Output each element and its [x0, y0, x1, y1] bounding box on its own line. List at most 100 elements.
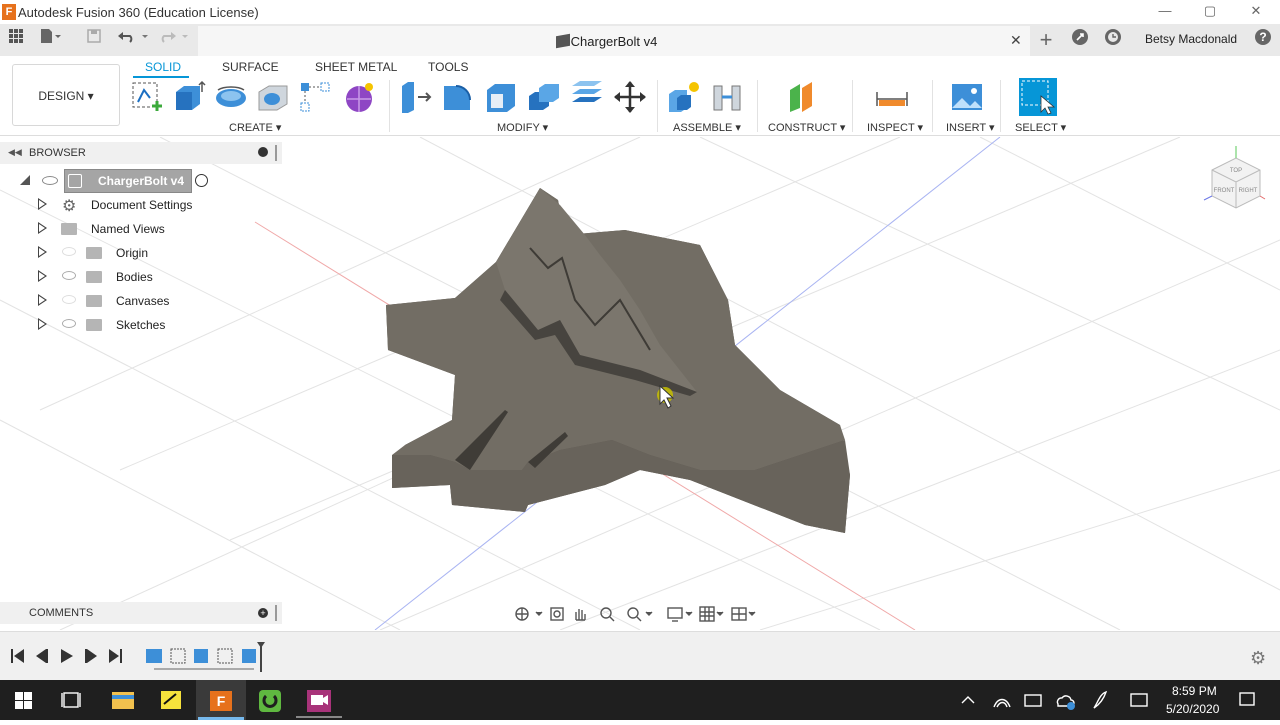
create-form-icon[interactable] [342, 80, 376, 114]
new-component-icon[interactable] [667, 80, 701, 114]
undo-icon[interactable] [116, 28, 148, 52]
tab-surface[interactable]: SURFACE [222, 60, 279, 74]
browser-item-named-views[interactable]: Named Views [0, 217, 282, 241]
browser-item-bodies[interactable]: Bodies [0, 265, 282, 289]
timeline-bar: ⚙ [0, 631, 1280, 680]
redo-icon[interactable] [158, 28, 188, 52]
close-icon[interactable]: ✕ [1246, 3, 1266, 19]
browser-item-canvases[interactable]: Canvases [0, 289, 282, 313]
clock-time[interactable]: 8:59 PM [1172, 684, 1217, 698]
browser-header: ◀◀ BROWSER [0, 142, 282, 164]
browser-item-sketches[interactable]: Sketches [0, 313, 282, 337]
viewcube-top: TOP [1230, 168, 1242, 174]
task-view-icon [61, 692, 81, 708]
visibility-eye-icon[interactable] [62, 319, 76, 328]
tab-tools[interactable]: TOOLS [428, 60, 468, 74]
expand-arrow-icon[interactable] [38, 318, 47, 330]
show-hidden-icons-icon [961, 696, 975, 704]
document-tab-title: ChargerBolt v4 [570, 34, 658, 49]
comments-panel[interactable]: COMMENTS + [0, 602, 282, 624]
browser-title: BROWSER [29, 147, 86, 159]
browser-item-label: Origin [116, 246, 149, 260]
activate-radio-icon[interactable] [195, 174, 208, 187]
fillet-icon[interactable] [440, 80, 474, 114]
browser-item-label: Document Settings [91, 198, 193, 212]
divider [1000, 80, 1001, 132]
offset-plane-icon[interactable] [786, 80, 820, 114]
clock-icon[interactable] [1101, 28, 1125, 52]
group-inspect[interactable]: INSPECT ▾ [867, 121, 923, 134]
visibility-eye-icon[interactable] [62, 271, 76, 280]
pattern-icon[interactable] [298, 80, 332, 114]
zoom-icon [600, 607, 615, 622]
browser-item-origin[interactable]: Origin [0, 241, 282, 265]
measure-icon[interactable] [875, 80, 909, 114]
expand-arrow-icon[interactable] [38, 222, 47, 234]
panel-grip[interactable] [275, 145, 277, 161]
minimize-panel-icon[interactable] [258, 147, 268, 157]
video-recorder-icon [307, 690, 331, 712]
navigation-bar [508, 602, 768, 626]
window-titlebar: F Autodesk Fusion 360 (Education License… [0, 0, 1280, 24]
help-icon[interactable]: ? [1251, 28, 1275, 52]
expand-arrow-icon[interactable] [38, 246, 47, 258]
grid-icon[interactable] [4, 28, 28, 52]
add-comment-icon[interactable]: + [258, 608, 268, 618]
tab-solid[interactable]: SOLID [145, 60, 181, 74]
play-icon [61, 649, 73, 663]
browser-item-label: Bodies [116, 270, 153, 284]
group-insert[interactable]: INSERT ▾ [946, 121, 995, 134]
expand-arrow-icon[interactable] [38, 294, 47, 306]
hole-icon[interactable] [256, 80, 290, 114]
comments-title: COMMENTS [29, 607, 94, 619]
group-assemble[interactable]: ASSEMBLE ▾ [673, 121, 741, 134]
tab-sheet-metal[interactable]: SHEET METAL [315, 60, 397, 74]
maximize-icon[interactable]: ▢ [1200, 3, 1220, 19]
expand-arrow-icon[interactable] [38, 198, 47, 210]
timeline-features [146, 648, 256, 670]
browser-item-label: Sketches [116, 318, 166, 332]
group-modify[interactable]: MODIFY ▾ [497, 121, 548, 134]
extensions-icon[interactable] [1068, 28, 1092, 52]
group-create[interactable]: CREATE ▾ [229, 121, 281, 134]
browser-root-row[interactable]: ChargerBolt v4 [0, 169, 282, 193]
shell-icon[interactable] [484, 80, 518, 114]
active-tab-indicator [133, 76, 189, 78]
clock-date[interactable]: 5/20/2020 [1166, 702, 1219, 716]
step-back-icon [36, 649, 48, 663]
expanded-arrow-icon[interactable] [20, 175, 30, 185]
workspace-switcher[interactable]: DESIGN ▾ [12, 64, 120, 126]
minimize-icon[interactable]: — [1155, 3, 1175, 18]
joint-icon[interactable] [710, 80, 744, 114]
notifications-icon [1239, 692, 1255, 706]
user-name[interactable]: Betsy Macdonald [1145, 32, 1237, 46]
battery-icon [1024, 694, 1042, 707]
visibility-eye-icon[interactable] [62, 247, 76, 256]
browser-item-label: Named Views [91, 222, 165, 236]
plus-icon[interactable]: + [1034, 28, 1058, 52]
create-sketch-icon[interactable] [130, 80, 164, 114]
select-window-icon[interactable] [1019, 78, 1057, 116]
extrude-icon[interactable] [172, 80, 206, 114]
insert-image-icon[interactable] [950, 80, 984, 114]
combine-icon[interactable] [527, 80, 561, 114]
timeline-settings-gear-icon[interactable]: ⚙ [1250, 648, 1266, 669]
visibility-eye-icon[interactable] [42, 176, 58, 185]
expand-arrow-icon[interactable] [38, 270, 47, 282]
folder-icon [86, 295, 102, 307]
document-tab[interactable]: ChargerBolt v4 ✕ [198, 26, 1030, 56]
panel-grip[interactable] [275, 605, 277, 621]
revolve-icon[interactable] [214, 80, 248, 114]
press-pull-icon[interactable] [398, 80, 432, 114]
group-select[interactable]: SELECT ▾ [1015, 121, 1066, 134]
file-icon[interactable] [38, 28, 62, 52]
group-construct[interactable]: CONSTRUCT ▾ [768, 121, 845, 134]
move-icon[interactable] [613, 80, 647, 114]
browser-item-document-settings[interactable]: ⚙ Document Settings [0, 193, 282, 217]
collapse-panel-icon[interactable]: ◀◀ [8, 147, 22, 158]
save-icon[interactable] [82, 28, 106, 52]
visibility-eye-icon[interactable] [62, 295, 76, 304]
offset-face-icon[interactable] [570, 80, 604, 114]
close-tab-icon[interactable]: ✕ [1010, 32, 1022, 49]
viewcube: TOP FRONT RIGHT [1203, 146, 1266, 209]
